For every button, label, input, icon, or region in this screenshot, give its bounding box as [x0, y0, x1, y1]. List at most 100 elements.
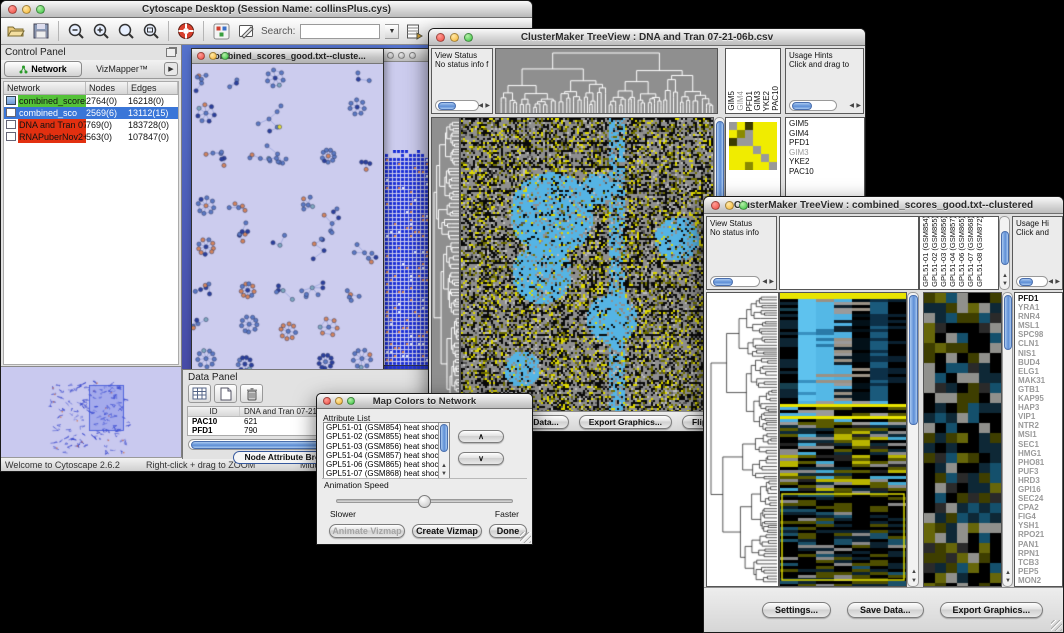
treeview1-title-bar[interactable]: ClusterMaker TreeView : DNA and Tran 07-…	[429, 29, 865, 46]
scroll-down-icon[interactable]: ▼	[1005, 578, 1011, 584]
network-graph-canvas[interactable]	[192, 64, 383, 377]
scroll-up-icon[interactable]: ▲	[1005, 570, 1011, 576]
gene-label[interactable]: RNR4	[1018, 312, 1062, 321]
zoom-window-icon[interactable]	[36, 5, 45, 14]
scroll-up-icon[interactable]: ▲	[441, 463, 447, 469]
labels-vscrollbar[interactable]: ▲ ▼	[999, 216, 1010, 290]
gene-label[interactable]: GIM5	[789, 119, 864, 129]
attribute-browser-icon[interactable]	[211, 21, 231, 41]
treeview-button[interactable]: Save Data...	[847, 602, 924, 618]
column-label[interactable]: GPL51-03 (GSM856)	[940, 216, 948, 287]
gene-label[interactable]: GIM3	[789, 148, 864, 158]
attribute-list-item[interactable]: GPL51-01 (GSM854) heat shock 05 min	[326, 423, 449, 432]
scroll-down-icon[interactable]: ▼	[1002, 281, 1008, 287]
gene-label[interactable]: SEC1	[1018, 440, 1062, 449]
gene-label[interactable]: HAP3	[1018, 403, 1062, 412]
close-icon[interactable]	[8, 5, 17, 14]
gene-label[interactable]: GPI16	[1018, 485, 1062, 494]
gene-label[interactable]: YRA1	[1018, 303, 1062, 312]
close-icon[interactable]	[387, 52, 394, 59]
network-table-row[interactable]: RNAPuberNov2+ 563(0) 107847(0)	[4, 131, 178, 143]
column-label[interactable]: GIM4	[737, 91, 745, 111]
scroll-left-icon[interactable]: ◀	[762, 279, 767, 285]
scroll-right-icon[interactable]: ▶	[856, 103, 861, 109]
status-hscrollbar[interactable]	[435, 100, 479, 111]
gene-label[interactable]: PAC10	[789, 167, 864, 177]
move-up-button[interactable]: ∧	[458, 430, 504, 443]
scroll-right-icon[interactable]: ▶	[485, 103, 490, 109]
heatmap-canvas[interactable]	[780, 293, 906, 586]
row-dendrogram-canvas[interactable]	[707, 293, 778, 586]
column-header-network[interactable]: Network	[4, 82, 86, 94]
treeview-button[interactable]: Export Graphics...	[940, 602, 1044, 618]
zoom-thumbnail-canvas[interactable]	[729, 122, 777, 170]
attribute-list-item[interactable]: GPL51-04 (GSM857) heat shock 20 min	[326, 451, 449, 460]
new-attribute-icon[interactable]	[214, 384, 237, 403]
network-table-row[interactable]: DNA and Tran 07 769(0) 183728(0)	[4, 119, 178, 131]
zoom-selected-icon[interactable]	[116, 21, 136, 41]
attribute-list-item[interactable]: GPL51-06 (GSM865) heat shock 40 min	[326, 460, 449, 469]
close-icon[interactable]	[197, 52, 205, 60]
column-tree-panel[interactable]	[779, 216, 919, 290]
scrollbar-thumb[interactable]	[438, 102, 456, 110]
minimize-icon[interactable]	[209, 52, 217, 60]
attribute-list-item[interactable]: GPL51-02 (GSM855) heat shock 10 min	[326, 432, 449, 441]
gene-label[interactable]: TCB3	[1018, 558, 1062, 567]
gene-label[interactable]: SEC24	[1018, 494, 1062, 503]
heatmap-panel[interactable]	[460, 117, 714, 413]
gene-label[interactable]: MSI1	[1018, 430, 1062, 439]
gene-label[interactable]: MON2	[1018, 576, 1062, 585]
column-dendrogram-panel[interactable]	[495, 48, 718, 114]
gene-label[interactable]: ELG1	[1018, 367, 1062, 376]
column-label[interactable]: GPL51-08 (GSM872)	[976, 216, 984, 287]
scroll-left-icon[interactable]: ◀	[849, 103, 854, 109]
float-panel-icon[interactable]	[166, 48, 176, 57]
heatmap-panel[interactable]	[779, 292, 907, 587]
gene-label[interactable]: NTR2	[1018, 421, 1062, 430]
minimize-icon[interactable]	[725, 201, 734, 210]
minimize-icon[interactable]	[450, 33, 459, 42]
scroll-up-icon[interactable]: ▲	[911, 569, 917, 575]
column-label[interactable]: YKE2	[763, 91, 771, 111]
zoom-view-panel[interactable]	[923, 292, 1002, 587]
save-icon[interactable]	[31, 21, 51, 41]
birdseye-canvas[interactable]	[1, 367, 180, 459]
zoom-window-icon[interactable]	[221, 52, 229, 60]
gene-label[interactable]: CLN1	[1018, 339, 1062, 348]
close-icon[interactable]	[323, 397, 331, 405]
slider-thumb[interactable]	[418, 495, 431, 508]
gene-label[interactable]: KAP95	[1018, 394, 1062, 403]
scrollbar-thumb[interactable]	[1004, 295, 1012, 350]
help-lifebuoy-icon[interactable]	[176, 21, 196, 41]
network-table-row[interactable]: combined_scores 2764(0) 16218(0)	[4, 95, 178, 107]
attribute-list-item[interactable]: GPL51-03 (GSM856) heat shock 15 min	[326, 442, 449, 451]
column-header-edges[interactable]: Edges	[128, 82, 178, 94]
zoom-window-icon[interactable]	[347, 397, 355, 405]
gene-label[interactable]: PAN1	[1018, 540, 1062, 549]
close-icon[interactable]	[711, 201, 720, 210]
gene-label[interactable]: PHO81	[1018, 458, 1062, 467]
search-input[interactable]	[300, 24, 380, 39]
column-label[interactable]: GIM3	[754, 91, 762, 111]
zoom-view-canvas[interactable]	[924, 293, 1001, 586]
column-label[interactable]: GPL51-02 (GSM855)	[931, 216, 939, 287]
gene-label[interactable]: PEP5	[1018, 567, 1062, 576]
gene-label[interactable]: PFD1	[1018, 294, 1062, 303]
gene-label[interactable]: NIS1	[1018, 349, 1062, 358]
gene-label[interactable]: VIP1	[1018, 412, 1062, 421]
gene-label[interactable]: HMG1	[1018, 449, 1062, 458]
column-label[interactable]: PFD1	[746, 91, 754, 111]
row-dendrogram-panel[interactable]	[431, 117, 460, 413]
resize-grip[interactable]	[520, 532, 531, 543]
scroll-down-icon[interactable]: ▼	[911, 578, 917, 584]
column-label[interactable]: PAC10	[772, 86, 780, 111]
status-hscrollbar[interactable]	[710, 276, 760, 287]
zoom-fit-icon[interactable]	[141, 21, 161, 41]
column-label[interactable]: GPL51-04 (GSM857)	[949, 216, 957, 287]
gene-label[interactable]: PUF3	[1018, 467, 1062, 476]
column-label[interactable]: GPL51-07 (GSM868)	[967, 216, 975, 287]
scrollbar-thumb[interactable]	[1001, 231, 1009, 265]
zoom-window-icon[interactable]	[739, 201, 748, 210]
animation-speed-slider[interactable]	[336, 499, 513, 503]
network-view-title-bar[interactable]: combined_scores_good.txt--cluste...	[192, 49, 383, 64]
